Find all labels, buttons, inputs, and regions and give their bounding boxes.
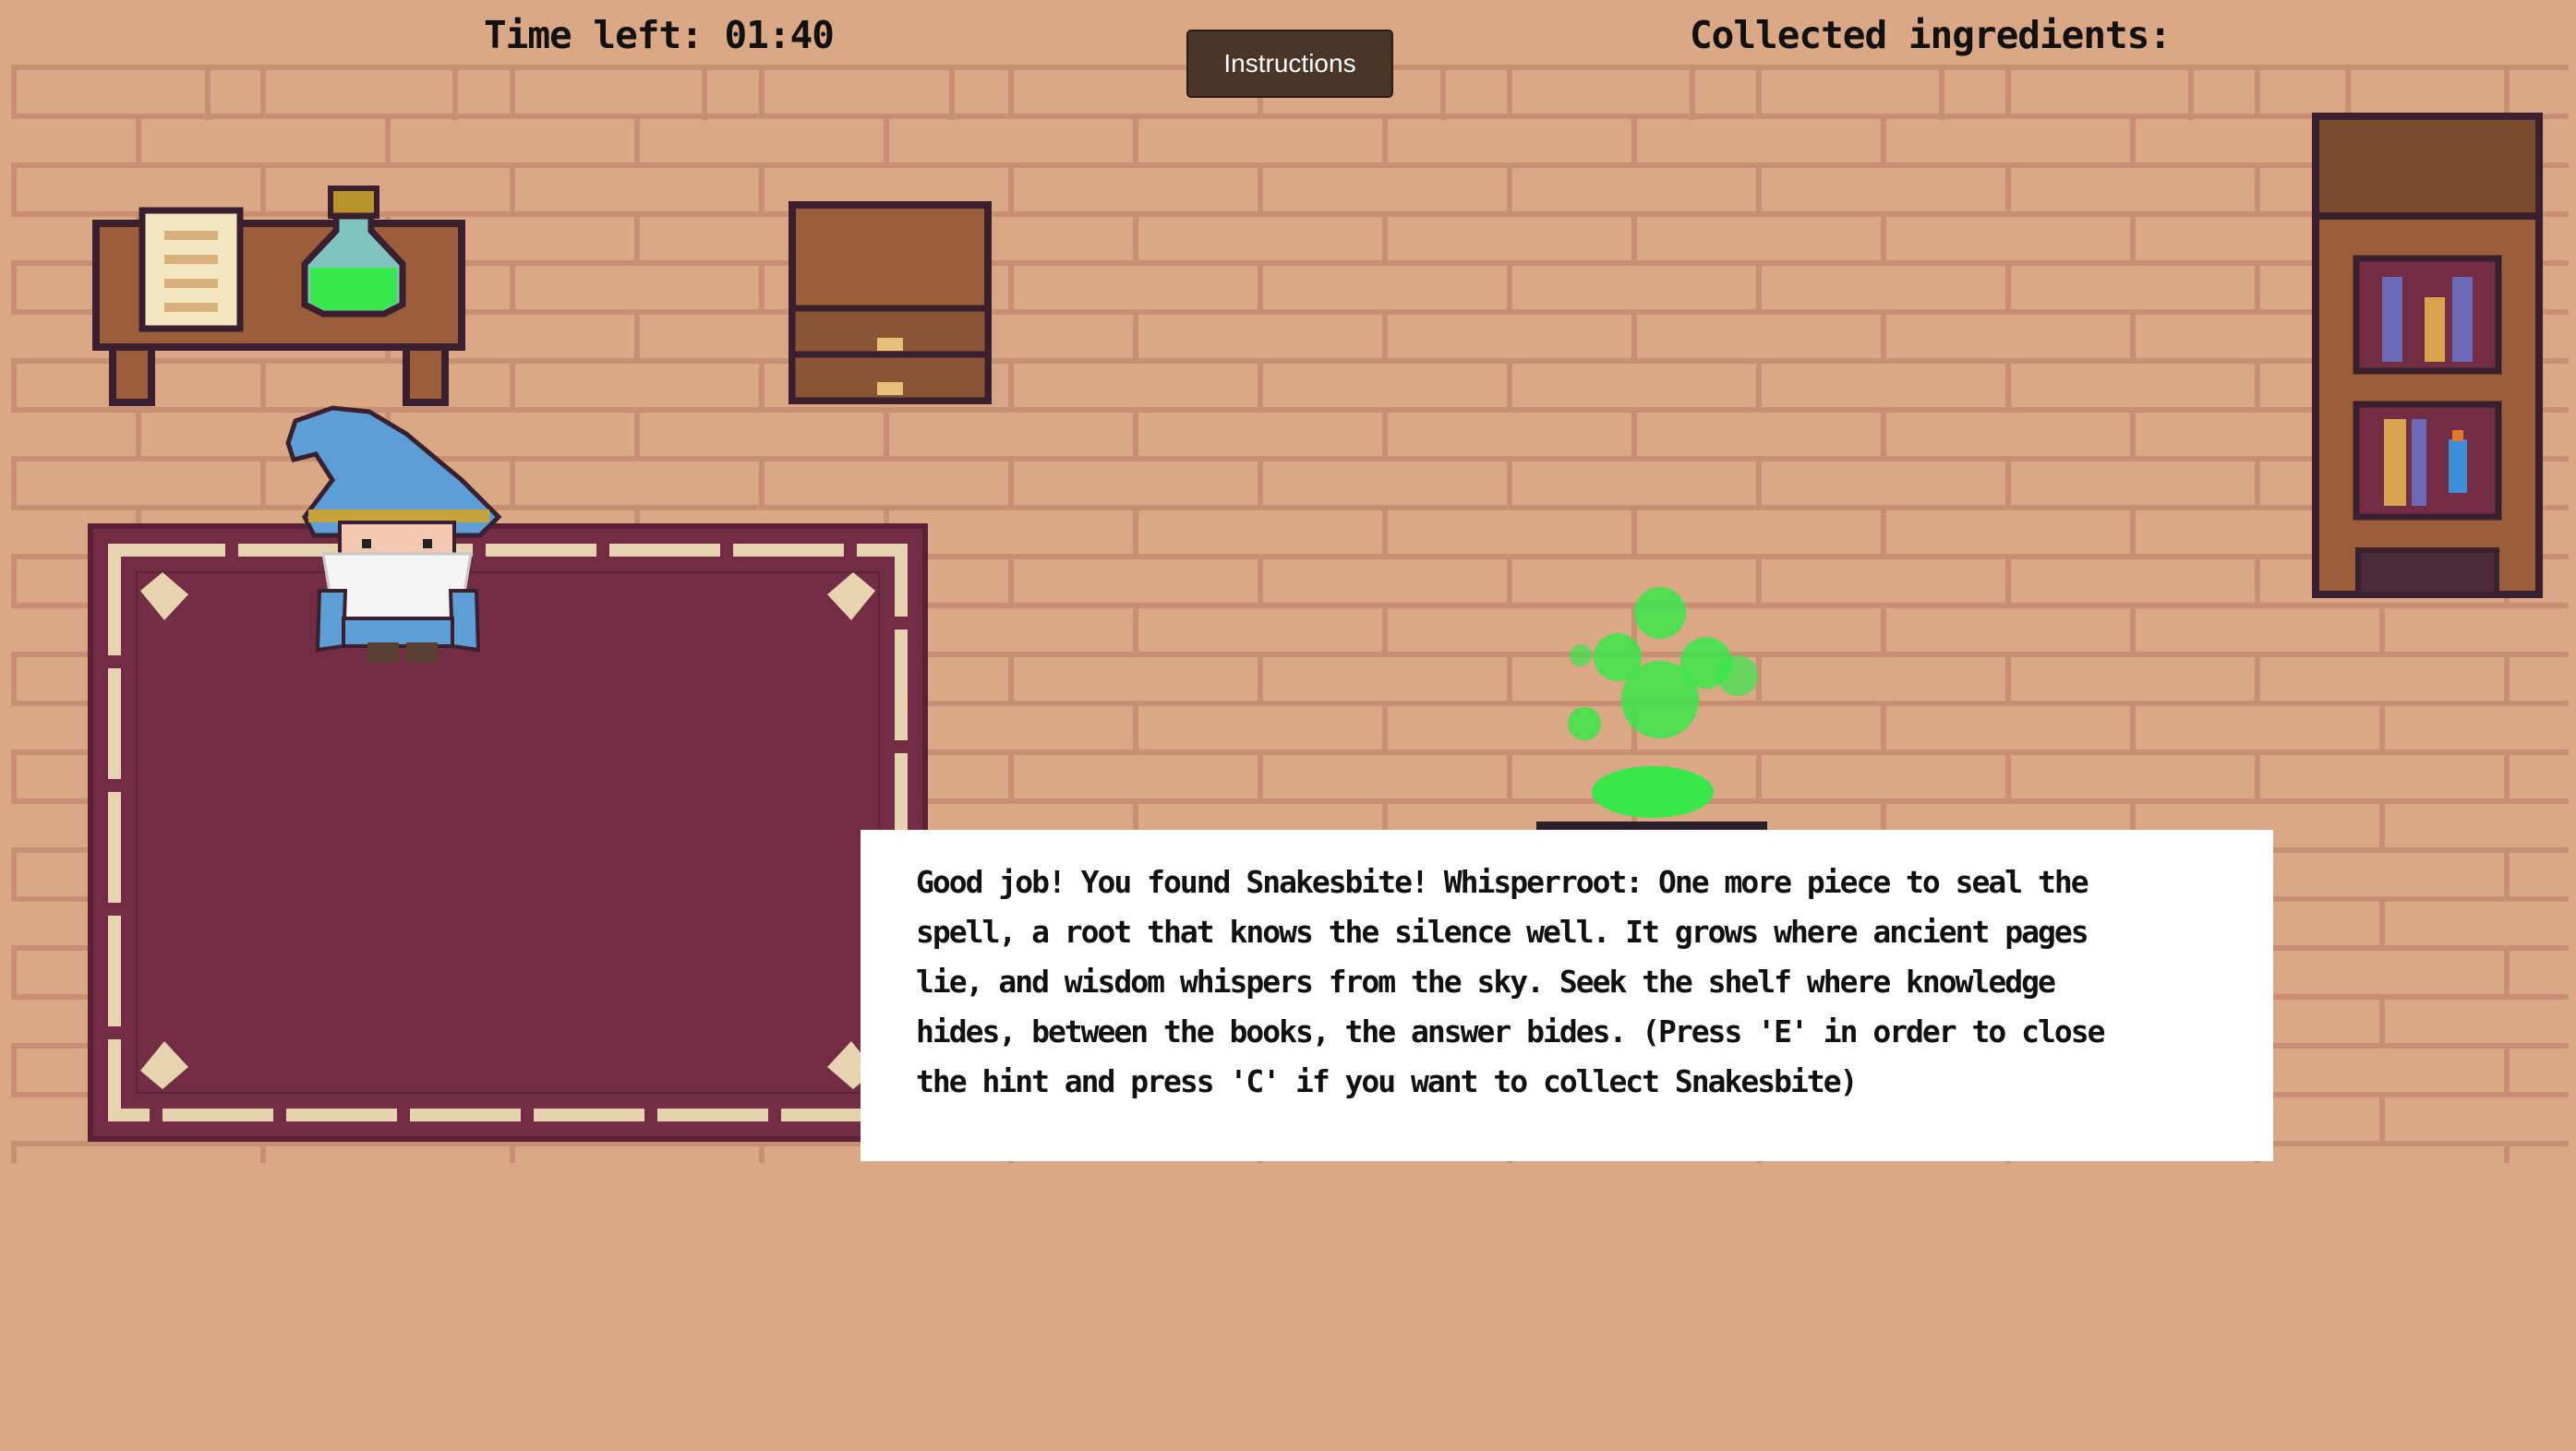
- bookshelf-icon[interactable]: [2312, 113, 2543, 598]
- drawer-cabinet-icon[interactable]: [788, 201, 992, 404]
- collected-ingredients-label: Collected ingredients:: [1690, 13, 2172, 57]
- rug: [88, 523, 928, 1142]
- hint-dialog: Good job! You found Snakesbite! Whisperr…: [861, 830, 2273, 1161]
- scroll-icon[interactable]: [138, 207, 244, 332]
- hint-text: Good job! You found Snakesbite! Whisperr…: [916, 864, 2105, 1099]
- instructions-button[interactable]: Instructions: [1186, 30, 1393, 98]
- time-left-counter: Time left: 01:40: [484, 13, 835, 57]
- game-scene: [11, 65, 2569, 1163]
